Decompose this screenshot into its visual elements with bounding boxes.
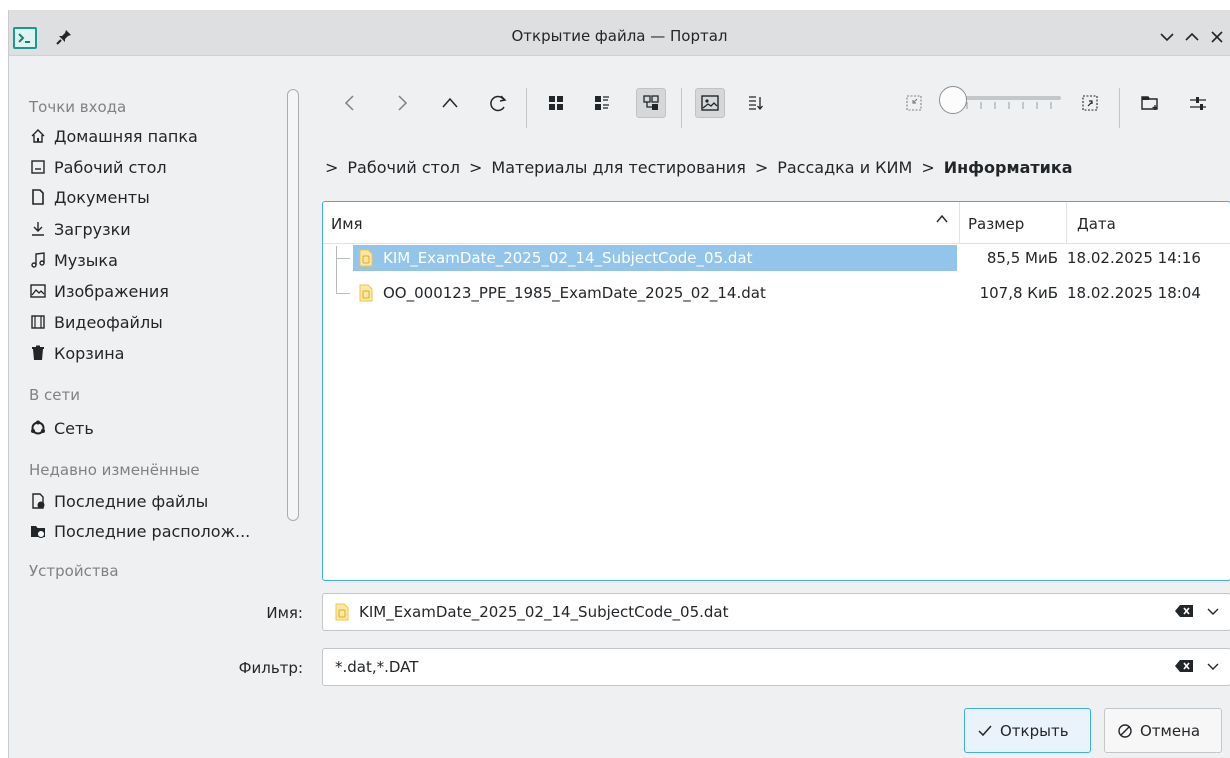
- background-document-strip: .: [0, 0, 1230, 10]
- close-button[interactable]: [1207, 27, 1229, 47]
- dat-file-icon: [359, 249, 373, 267]
- icon-view-button[interactable]: [541, 88, 571, 118]
- section-recent: Недавно изменённые: [29, 461, 200, 479]
- file-size-cell: 107,8 КиБ: [979, 284, 1058, 302]
- home-icon: [29, 127, 47, 145]
- preview-toggle-button[interactable]: [695, 88, 725, 118]
- breadcrumb-separator: >: [468, 157, 483, 177]
- recent-files-icon: [29, 492, 47, 510]
- filter-label: Фильтр:: [238, 659, 303, 677]
- sidebar-item-desktop[interactable]: Рабочий стол: [29, 154, 167, 180]
- maximize-button[interactable]: [1182, 27, 1204, 47]
- column-header-date[interactable]: Дата: [1077, 215, 1116, 233]
- sidebar-item-documents[interactable]: Документы: [29, 184, 150, 210]
- checkmark-icon: [978, 725, 992, 736]
- window-title: Открытие файла — Портал: [511, 27, 728, 45]
- table-row[interactable]: OO_000123_PPE_1985_ExamDate_2025_02_14.d…: [323, 280, 1230, 306]
- sidebar-item-downloads[interactable]: Загрузки: [29, 216, 131, 242]
- sidebar-item-music[interactable]: Музыка: [29, 247, 118, 273]
- table-row[interactable]: KIM_ExamDate_2025_02_14_SubjectCode_05.d…: [323, 245, 1230, 271]
- places-sidebar: Точки входа Домашняя папка Рабочий стол …: [9, 56, 309, 580]
- breadcrumb-separator: >: [754, 157, 769, 177]
- tree-view-button[interactable]: [636, 88, 666, 118]
- videos-icon: [29, 313, 47, 331]
- minimize-button[interactable]: [1157, 27, 1179, 47]
- trash-icon: [29, 344, 47, 362]
- up-button[interactable]: [435, 88, 465, 118]
- file-list-header: Имя Размер Дата: [323, 202, 1230, 244]
- zoom-out-icon[interactable]: [899, 88, 929, 118]
- sort-button[interactable]: [741, 88, 771, 118]
- background-document-text: .: [95, 0, 101, 10]
- breadcrumb: > Рабочий стол > Материалы для тестирова…: [325, 154, 1073, 180]
- compact-view-button[interactable]: [587, 88, 617, 118]
- section-places: Точки входа: [29, 98, 127, 116]
- sidebar-item-trash[interactable]: Корзина: [29, 340, 124, 366]
- section-network: В сети: [29, 386, 81, 404]
- network-icon: [29, 419, 47, 437]
- pictures-icon: [29, 282, 47, 300]
- recent-locations-icon: [29, 522, 47, 540]
- chevron-down-icon[interactable]: [1206, 659, 1220, 677]
- file-name-combobox[interactable]: KIM_ExamDate_2025_02_14_SubjectCode_05.d…: [322, 593, 1230, 631]
- file-name-cell[interactable]: OO_000123_PPE_1985_ExamDate_2025_02_14.d…: [353, 280, 957, 306]
- file-date-cell: 18.02.2025 18:04: [1067, 284, 1201, 302]
- zoom-in-icon[interactable]: [1075, 88, 1105, 118]
- open-button[interactable]: Открыть: [964, 708, 1091, 753]
- file-name-input[interactable]: KIM_ExamDate_2025_02_14_SubjectCode_05.d…: [359, 603, 729, 621]
- file-open-dialog: Открытие файла — Портал Точки входа Дома…: [8, 10, 1230, 758]
- new-folder-button[interactable]: [1135, 88, 1165, 118]
- title-bar: Открытие файла — Портал: [9, 10, 1230, 56]
- breadcrumb-item-desktop[interactable]: Рабочий стол: [347, 158, 460, 177]
- file-list-view[interactable]: Имя Размер Дата KIM_ExamDate_2025_02_14_…: [322, 201, 1230, 581]
- desktop-icon: [29, 158, 47, 176]
- breadcrumb-separator: >: [325, 157, 339, 177]
- sidebar-item-recent-locations[interactable]: Последние располож...: [29, 518, 250, 544]
- breadcrumb-item-current[interactable]: Информатика: [944, 158, 1073, 177]
- file-date-cell: 18.02.2025 14:16: [1067, 249, 1201, 267]
- sidebar-scrollbar[interactable]: [287, 89, 299, 521]
- sidebar-item-network[interactable]: Сеть: [29, 415, 94, 441]
- sidebar-item-recent-files[interactable]: Последние файлы: [29, 488, 208, 514]
- sidebar-item-pictures[interactable]: Изображения: [29, 278, 169, 304]
- clear-text-icon[interactable]: [1174, 659, 1194, 677]
- cancel-icon: [1118, 723, 1132, 738]
- sidebar-item-home[interactable]: Домашняя папка: [29, 123, 198, 149]
- downloads-icon: [29, 220, 47, 238]
- cancel-button[interactable]: Отмена: [1104, 708, 1222, 753]
- documents-icon: [29, 188, 47, 206]
- breadcrumb-separator: >: [921, 157, 935, 177]
- back-button[interactable]: [335, 88, 365, 118]
- column-header-size[interactable]: Размер: [968, 215, 1024, 233]
- file-name-cell[interactable]: KIM_ExamDate_2025_02_14_SubjectCode_05.d…: [353, 245, 957, 271]
- forward-button[interactable]: [387, 88, 417, 118]
- name-label: Имя:: [266, 604, 303, 622]
- sidebar-item-videos[interactable]: Видеофайлы: [29, 309, 163, 335]
- reload-button[interactable]: [483, 88, 513, 118]
- breadcrumb-item-seating[interactable]: Рассадка и КИМ: [777, 158, 912, 177]
- filter-combobox[interactable]: *.dat,*.DAT: [322, 648, 1230, 686]
- clear-text-icon[interactable]: [1174, 604, 1194, 622]
- filter-input[interactable]: *.dat,*.DAT: [335, 658, 418, 676]
- navigation-toolbar: [319, 56, 1230, 140]
- breadcrumb-item-testing[interactable]: Материалы для тестирования: [491, 158, 745, 177]
- file-size-cell: 85,5 МиБ: [986, 249, 1058, 267]
- chevron-down-icon[interactable]: [1206, 604, 1220, 622]
- dat-file-icon: [359, 284, 373, 302]
- dat-file-icon: [335, 603, 349, 621]
- sort-ascending-icon: [935, 212, 949, 230]
- section-devices: Устройства: [29, 562, 119, 580]
- column-header-name[interactable]: Имя: [331, 215, 363, 233]
- options-button[interactable]: [1183, 88, 1213, 118]
- zoom-slider-knob[interactable]: [939, 86, 967, 114]
- music-icon: [29, 251, 47, 269]
